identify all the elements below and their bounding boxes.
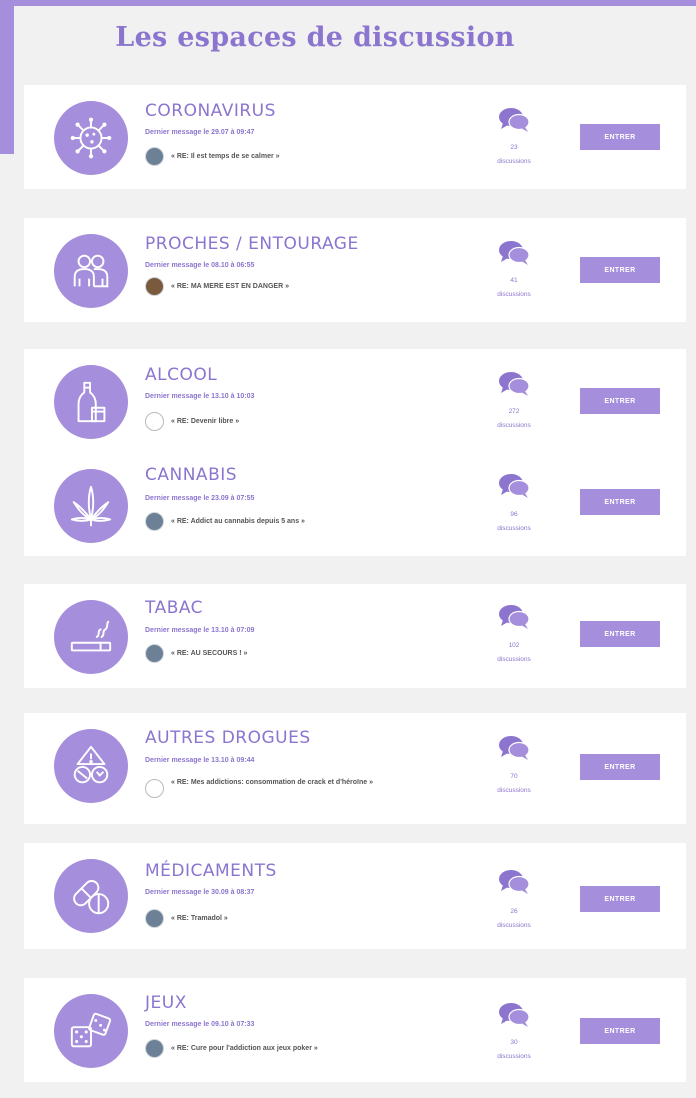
last-message-preview[interactable]: « RE: Il est temps de se calmer » [171, 150, 461, 163]
enter-button[interactable]: ENTRER [580, 257, 660, 283]
forum-card-jeux[interactable]: JEUX Dernier message le 09.10 à 07:33 « … [24, 978, 686, 1082]
forum-card-cannabis[interactable]: CANNABIS Dernier message le 23.09 à 07:5… [24, 453, 686, 556]
discussion-count-label: discussions [497, 922, 531, 929]
discussion-count-label: discussions [497, 656, 531, 663]
chat-bubbles-icon [499, 108, 530, 132]
author-avatar [145, 412, 164, 431]
last-message-preview[interactable]: « RE: Tramadol » [171, 912, 461, 925]
cigarette-icon [54, 600, 128, 674]
page-title: Les espaces de discussion [115, 22, 515, 53]
pills-icon [54, 859, 128, 933]
discussion-count-label: discussions [497, 1053, 531, 1060]
author-avatar [145, 147, 164, 166]
enter-button[interactable]: ENTRER [580, 886, 660, 912]
discussion-count-label: discussions [497, 158, 531, 165]
author-avatar [145, 779, 164, 798]
chat-bubbles-icon [499, 1003, 530, 1027]
last-message-date: Dernier message le 08.10 à 06:55 [145, 262, 255, 269]
enter-button[interactable]: ENTRER [580, 489, 660, 515]
forum-card-tabac[interactable]: TABAC Dernier message le 13.10 à 07:09 «… [24, 584, 686, 688]
chat-bubbles-icon [499, 605, 530, 629]
author-avatar [145, 512, 164, 531]
forum-card-medicaments[interactable]: MÉDICAMENTS Dernier message le 30.09 à 0… [24, 843, 686, 949]
discussion-count-label: discussions [497, 525, 531, 532]
cannabis-leaf-icon [54, 469, 128, 543]
discussion-count-label: discussions [497, 787, 531, 794]
last-message-preview[interactable]: « RE: Devenir libre » [171, 415, 461, 428]
author-avatar [145, 909, 164, 928]
last-message-preview[interactable]: « RE: MA MERE EST EN DANGER » [171, 280, 461, 293]
forum-title[interactable]: MÉDICAMENTS [145, 861, 277, 881]
virus-icon [54, 101, 128, 175]
forum-card-coronavirus[interactable]: CORONAVIRUS Dernier message le 29.07 à 0… [24, 85, 686, 189]
discussion-count: 23 [510, 144, 518, 151]
author-avatar [145, 1039, 164, 1058]
forum-card-proches-entourage[interactable]: PROCHES / ENTOURAGE Dernier message le 0… [24, 218, 686, 322]
chat-bubbles-icon [499, 241, 530, 265]
last-message-date: Dernier message le 09.10 à 07:33 [145, 1021, 255, 1028]
forum-title[interactable]: CORONAVIRUS [145, 101, 276, 121]
forum-title[interactable]: PROCHES / ENTOURAGE [145, 234, 359, 254]
forum-title[interactable]: AUTRES DROGUES [145, 728, 311, 748]
author-avatar [145, 644, 164, 663]
discussion-count: 30 [510, 1039, 518, 1046]
people-icon [54, 234, 128, 308]
chat-bubbles-icon [499, 870, 530, 894]
last-message-date: Dernier message le 13.10 à 10:03 [145, 393, 255, 400]
enter-button[interactable]: ENTRER [580, 124, 660, 150]
dice-icon [54, 994, 128, 1068]
forum-title[interactable]: CANNABIS [145, 465, 237, 485]
discussion-count: 26 [510, 908, 518, 915]
last-message-preview[interactable]: « RE: Mes addictions: consommation de cr… [171, 776, 451, 789]
discussion-count: 102 [508, 642, 520, 649]
chat-bubbles-icon [499, 474, 530, 498]
last-message-date: Dernier message le 30.09 à 08:37 [145, 889, 255, 896]
discussion-count: 272 [508, 408, 520, 415]
last-message-date: Dernier message le 13.10 à 09:44 [145, 757, 255, 764]
bottle-icon [54, 365, 128, 439]
forum-title[interactable]: ALCOOL [145, 365, 217, 385]
forum-card-autres-drogues[interactable]: AUTRES DROGUES Dernier message le 13.10 … [24, 713, 686, 824]
drugs-icon [54, 729, 128, 803]
chat-bubbles-icon [499, 372, 530, 396]
enter-button[interactable]: ENTRER [580, 754, 660, 780]
discussion-count: 41 [510, 277, 518, 284]
discussion-count-label: discussions [497, 422, 531, 429]
top-accent-bar [0, 0, 696, 6]
discussion-count: 70 [510, 773, 518, 780]
enter-button[interactable]: ENTRER [580, 388, 660, 414]
forum-card-alcool[interactable]: ALCOOL Dernier message le 13.10 à 10:03 … [24, 349, 686, 453]
last-message-preview[interactable]: « RE: AU SECOURS ! » [171, 647, 461, 660]
last-message-preview[interactable]: « RE: Addict au cannabis depuis 5 ans » [171, 515, 461, 528]
forum-title[interactable]: JEUX [145, 993, 187, 1013]
enter-button[interactable]: ENTRER [580, 621, 660, 647]
last-message-preview[interactable]: « RE: Cure pour l'addiction aux jeux pok… [171, 1042, 461, 1055]
forum-title[interactable]: TABAC [145, 598, 203, 618]
enter-button[interactable]: ENTRER [580, 1018, 660, 1044]
author-avatar [145, 277, 164, 296]
last-message-date: Dernier message le 13.10 à 07:09 [145, 627, 255, 634]
last-message-date: Dernier message le 23.09 à 07:55 [145, 495, 255, 502]
discussion-count-label: discussions [497, 291, 531, 298]
discussion-count: 96 [510, 511, 518, 518]
chat-bubbles-icon [499, 736, 530, 760]
last-message-date: Dernier message le 29.07 à 09:47 [145, 129, 255, 136]
